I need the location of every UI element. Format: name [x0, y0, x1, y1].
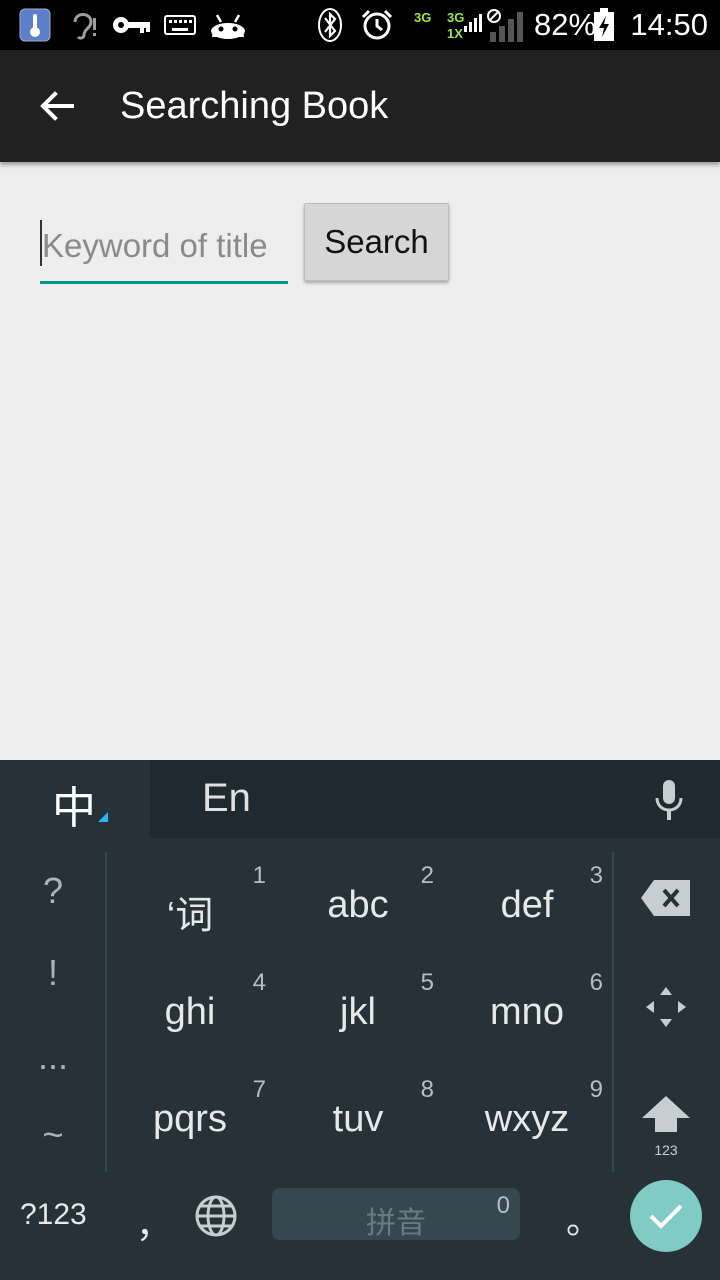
t9-key-9[interactable]: wxyz 9: [443, 1060, 611, 1166]
symbol-key[interactable]: ~: [0, 1114, 106, 1156]
signal-icon: [464, 0, 526, 50]
clock: 14:50: [630, 7, 708, 42]
enter-button[interactable]: [630, 1180, 702, 1252]
search-input[interactable]: [40, 210, 288, 284]
t9-key-7[interactable]: pqrs 7: [106, 1060, 274, 1166]
back-arrow-icon: [40, 91, 74, 121]
t9-key-3[interactable]: def 3: [443, 846, 611, 952]
keyboard-divider-right: [612, 852, 614, 1172]
key-label: ‘词: [166, 895, 214, 937]
number-mode-key[interactable]: ?123: [20, 1198, 87, 1232]
text-caret: [40, 220, 42, 266]
globe-icon[interactable]: [194, 1194, 238, 1238]
shift-key-label: 123: [654, 1142, 678, 1158]
key-label: wxyz: [484, 1098, 570, 1140]
t9-key-2[interactable]: abc 2: [274, 846, 442, 952]
back-button[interactable]: [24, 74, 88, 138]
keyboard-toolbar: 中 En: [0, 760, 720, 838]
key-label: tuv: [332, 1098, 384, 1140]
key-number: 3: [589, 862, 603, 889]
t9-key-6[interactable]: mno 6: [443, 953, 611, 1059]
status-bar: 3G 3G 1X 82% 14:50: [0, 0, 720, 50]
search-button[interactable]: Search: [304, 203, 449, 281]
soft-keyboard: 中 En ? ! ... ~ ‘词 1 abc 2 def 3 ghi 4 jk…: [0, 760, 720, 1280]
key-number: 5: [420, 969, 434, 996]
key-number: 9: [589, 1076, 603, 1103]
key-icon: [112, 0, 152, 50]
key-label: ghi: [164, 991, 216, 1033]
android-icon: [208, 0, 248, 50]
cursor-move-icon[interactable]: [644, 985, 688, 1029]
net-type-2a: 3G: [447, 10, 465, 25]
keyboard-icon: [164, 0, 196, 50]
key-label: jkl: [340, 991, 376, 1033]
key-number: 2: [420, 862, 434, 889]
t9-key-1[interactable]: ‘词 1: [106, 846, 274, 952]
tab-indicator: [98, 812, 108, 822]
hearing-icon: [70, 0, 98, 50]
symbol-key[interactable]: ...: [0, 1036, 106, 1078]
net-type-2b: 1X: [447, 26, 463, 41]
thermometer-icon: [18, 0, 52, 50]
space-key[interactable]: 拼音 0: [272, 1188, 520, 1240]
microphone-icon[interactable]: [648, 778, 690, 822]
period-key[interactable]: 。: [566, 1192, 602, 1244]
tab-chinese[interactable]: 中: [0, 760, 150, 838]
key-label: mno: [490, 991, 564, 1033]
check-icon: [649, 1204, 683, 1229]
net-type-1: 3G: [414, 10, 432, 25]
backspace-icon[interactable]: [640, 878, 692, 918]
battery-icon: [592, 0, 616, 50]
key-label: def: [500, 884, 554, 926]
key-number: 7: [252, 1076, 266, 1103]
key-number: 1: [252, 862, 266, 889]
key-label: pqrs: [153, 1098, 227, 1140]
key-label: abc: [327, 884, 389, 926]
tab-chinese-label: 中: [52, 784, 96, 833]
app-bar: Searching Book: [0, 50, 720, 162]
alarm-icon: [360, 0, 394, 50]
t9-key-8[interactable]: tuv 8: [274, 1060, 442, 1166]
bluetooth-icon: [316, 0, 344, 50]
comma-key[interactable]: ，: [136, 1196, 172, 1248]
space-key-number: 0: [496, 1192, 510, 1219]
symbol-key[interactable]: !: [0, 952, 106, 994]
space-key-label: 拼音: [366, 1207, 426, 1240]
symbol-key[interactable]: ?: [0, 870, 106, 912]
key-number: 6: [589, 969, 603, 996]
key-number: 4: [252, 969, 266, 996]
t9-key-4[interactable]: ghi 4: [106, 953, 274, 1059]
battery-percent: 82%: [534, 7, 597, 42]
key-number: 8: [420, 1076, 434, 1103]
t9-key-5[interactable]: jkl 5: [274, 953, 442, 1059]
page-title: Searching Book: [120, 85, 389, 127]
tab-english[interactable]: En: [202, 776, 251, 821]
